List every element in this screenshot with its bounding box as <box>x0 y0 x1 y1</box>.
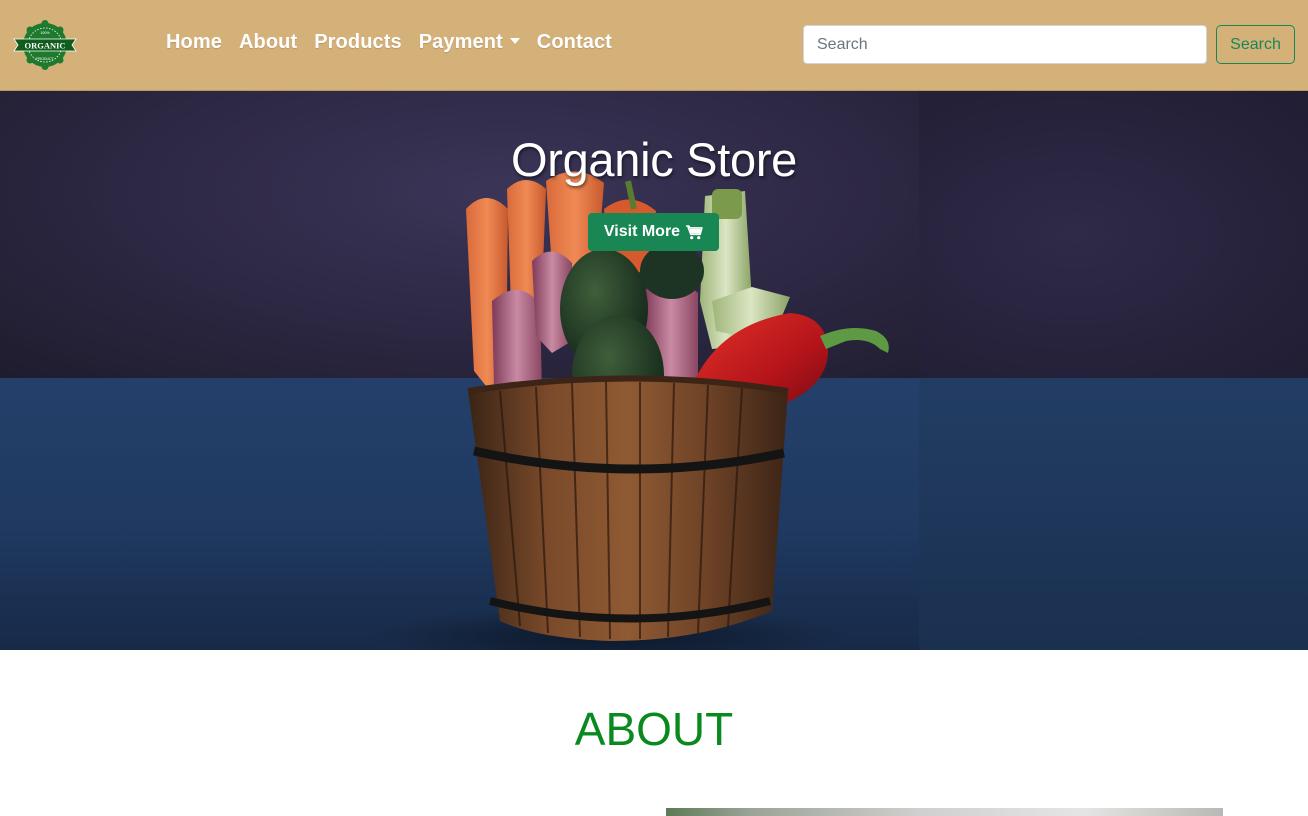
logo-top-text: 100% <box>40 31 50 35</box>
chevron-down-icon <box>509 37 520 44</box>
navbar: ORGANIC 100% PRODUCT Home About Products… <box>0 0 1308 91</box>
hero-banner: Organic Store Visit More <box>0 91 1308 650</box>
nav-link-home[interactable]: Home <box>166 31 222 54</box>
nav-links: Home About Products Payment Contact <box>166 31 629 54</box>
hero-title: Organic Store <box>510 133 798 186</box>
logo-text: ORGANIC <box>24 41 65 51</box>
nav-link-products[interactable]: Products <box>314 31 401 54</box>
visit-more-label: Visit More <box>603 223 681 240</box>
logo-bottom-text: PRODUCT <box>36 57 55 61</box>
search-button[interactable]: Search <box>1216 25 1295 64</box>
nav-link-contact[interactable]: Contact <box>537 31 612 54</box>
search-input[interactable] <box>803 25 1207 64</box>
about-image <box>666 808 1223 816</box>
cart-icon <box>686 224 703 239</box>
nav-dropdown-payment[interactable]: Payment <box>419 31 520 54</box>
nav-link-payment-label: Payment <box>418 31 503 53</box>
visit-more-button[interactable]: Visit More <box>588 213 719 251</box>
about-section-title: ABOUT <box>574 703 734 755</box>
nav-link-about[interactable]: About <box>239 31 297 54</box>
organic-logo-icon[interactable]: ORGANIC 100% PRODUCT <box>12 19 78 71</box>
